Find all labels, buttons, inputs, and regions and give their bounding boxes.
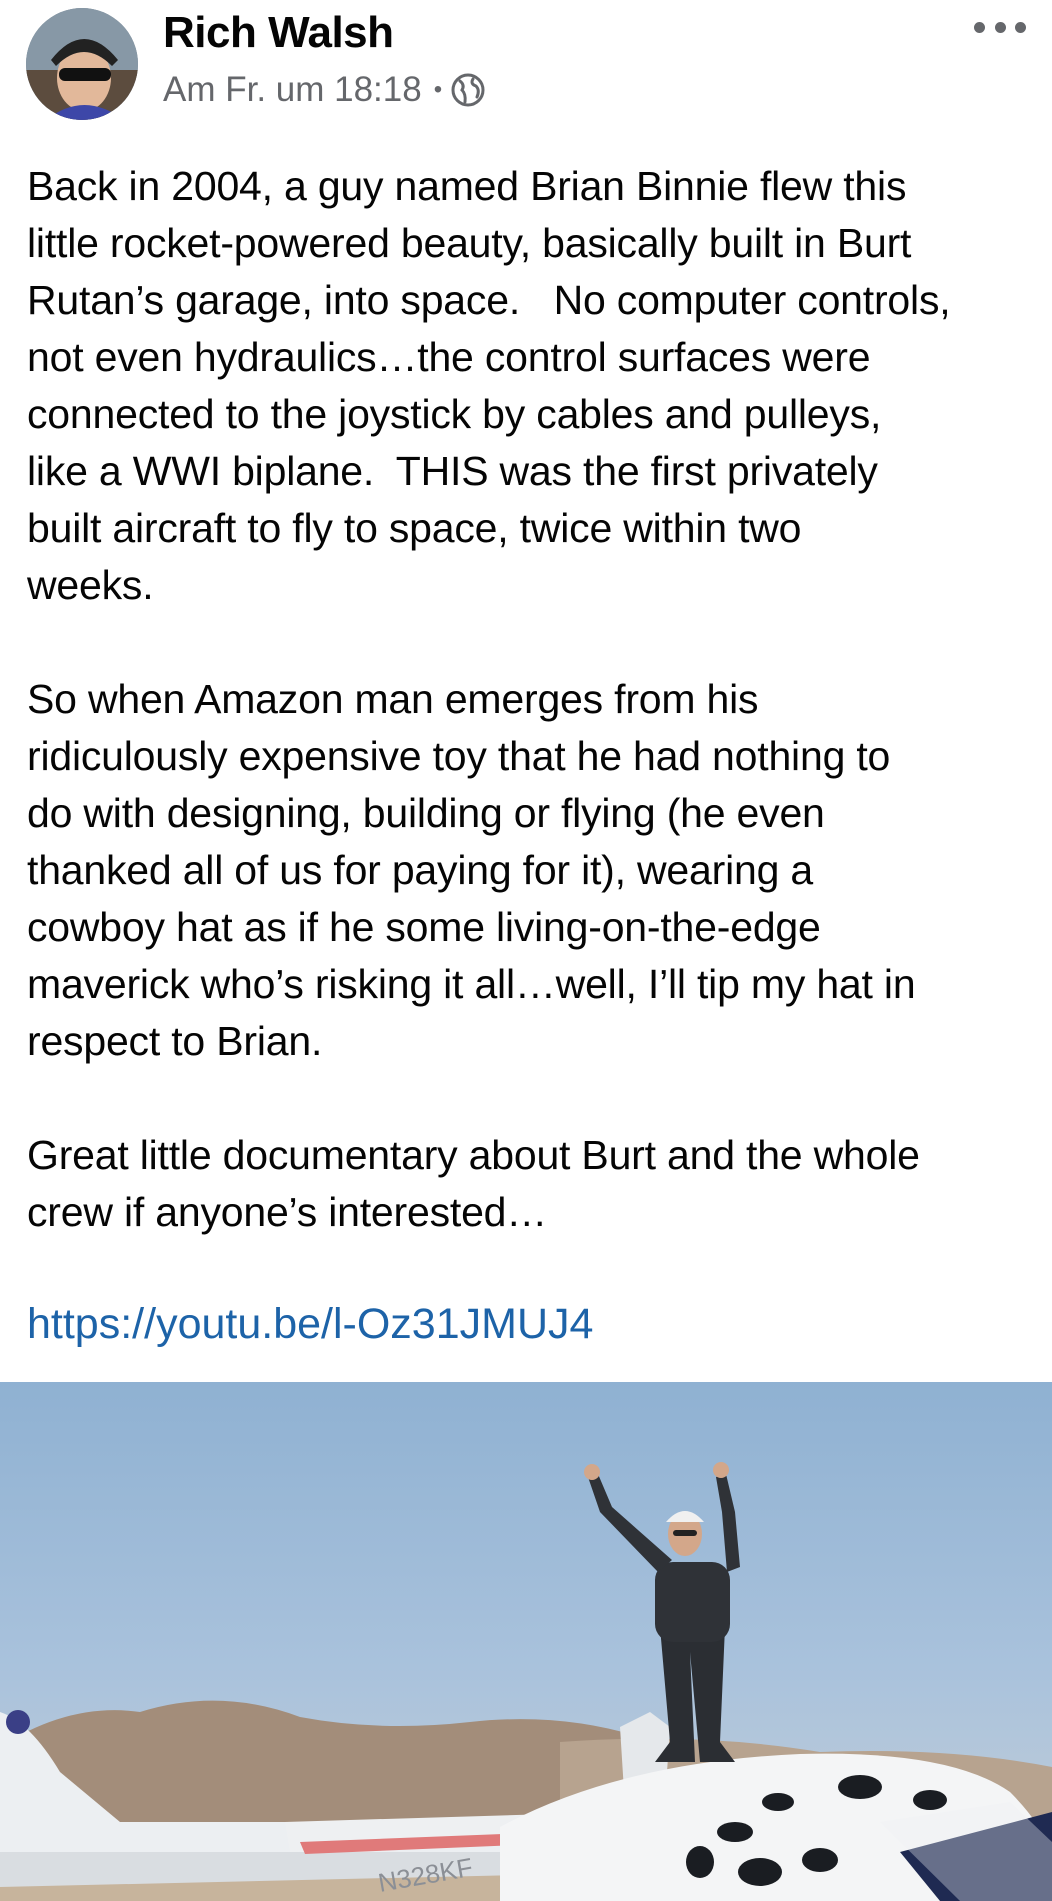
- more-dot: [1015, 21, 1026, 33]
- meta-separator: •: [433, 76, 443, 103]
- post-header: Rich Walsh Am Fr. um 18:18 •: [0, 0, 1052, 135]
- author-name[interactable]: Rich Walsh: [163, 8, 394, 58]
- more-dot: [974, 21, 985, 33]
- post-link[interactable]: https://youtu.be/l-Oz31JMUJ4: [27, 1300, 593, 1349]
- post-body-text: Back in 2004, a guy named Brian Binnie f…: [27, 163, 951, 1235]
- post-photo[interactable]: N328KF: [0, 1382, 1052, 1901]
- more-dot: [994, 21, 1006, 33]
- avatar[interactable]: [26, 8, 138, 120]
- avatar-image: [26, 8, 138, 120]
- globe-icon: [450, 72, 486, 108]
- more-options-icon[interactable]: [974, 14, 1026, 40]
- post-meta: Am Fr. um 18:18 •: [163, 70, 486, 110]
- post-timestamp[interactable]: Am Fr. um 18:18: [163, 70, 422, 110]
